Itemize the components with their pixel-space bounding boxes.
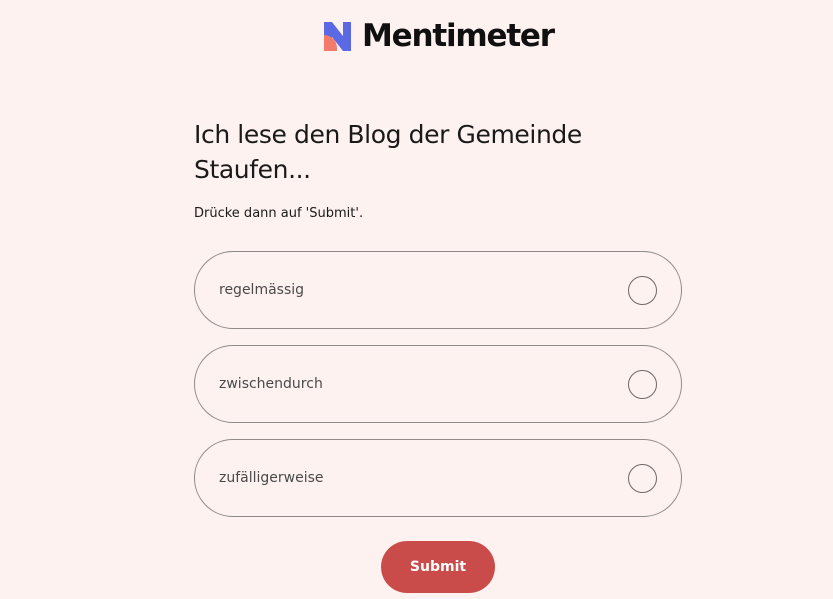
radio-button[interactable]: [628, 463, 657, 493]
option-label: regelmässig: [219, 282, 305, 298]
option-zufaelligerweise[interactable]: zufälligerweise: [194, 439, 682, 517]
mentimeter-logo: Mentimeter: [323, 18, 555, 54]
radio-button[interactable]: [628, 369, 657, 399]
option-zwischendurch[interactable]: zwischendurch: [194, 345, 682, 423]
radio-button[interactable]: [628, 275, 657, 305]
option-label: zwischendurch: [219, 376, 323, 392]
option-label: zufälligerweise: [219, 470, 324, 486]
answer-options: regelmässig zwischendurch zufälligerweis…: [194, 251, 682, 533]
question-title: Ich lese den Blog der Gemeinde Staufen..…: [194, 120, 582, 184]
brand-name: Mentimeter: [362, 18, 555, 54]
mentimeter-logo-icon: [324, 21, 351, 51]
submit-button[interactable]: Submit: [381, 541, 495, 593]
question-instruction: Drücke dann auf 'Submit'.: [194, 206, 364, 221]
option-regelmaessig[interactable]: regelmässig: [194, 251, 682, 329]
